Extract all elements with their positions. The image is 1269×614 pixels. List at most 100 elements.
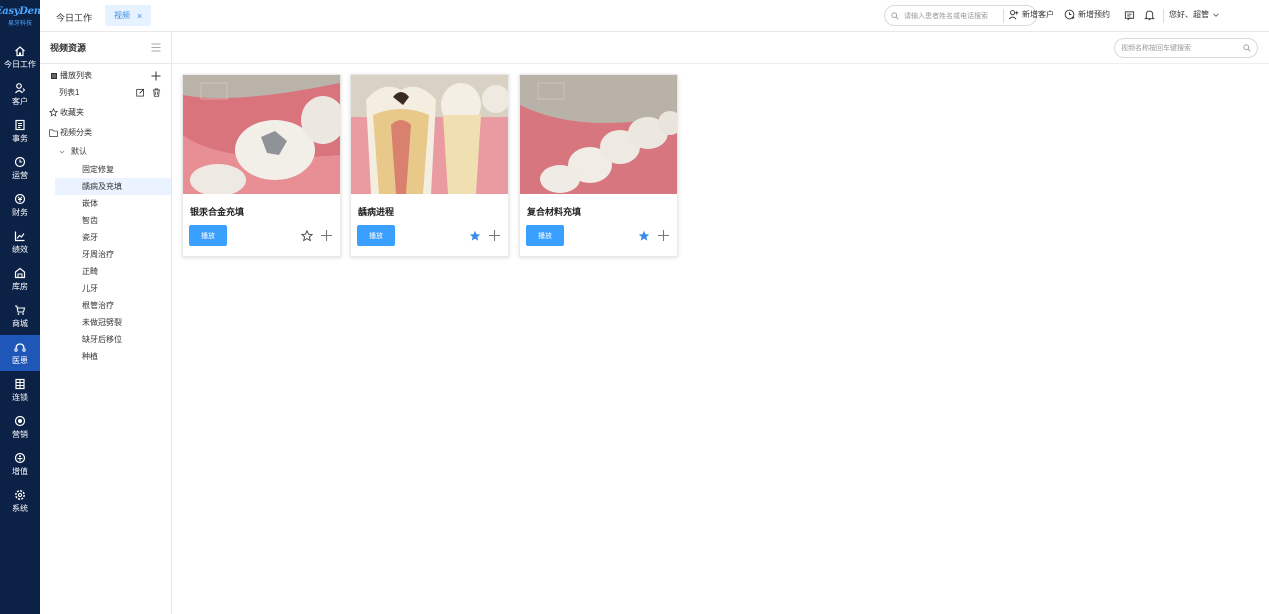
divider: [1163, 9, 1164, 23]
play-button[interactable]: 播放: [526, 225, 564, 246]
greeting-label: 您好、超管: [1169, 10, 1209, 19]
category-item[interactable]: 正畸: [40, 263, 171, 280]
play-button[interactable]: 播放: [357, 225, 395, 246]
categories-header[interactable]: 视频分类: [40, 124, 171, 141]
playlist-header-label: 播放列表: [60, 71, 92, 80]
star-outline-icon[interactable]: [301, 230, 313, 242]
video-card[interactable]: 复合材料充填 播放: [519, 74, 678, 257]
nav-item-system[interactable]: 系统: [0, 483, 40, 519]
home-icon: [15, 45, 25, 56]
nav-label: 财务: [12, 207, 28, 217]
video-search-placeholder: 视频名称按回车键搜索: [1121, 45, 1191, 52]
nav-item-chain[interactable]: 连锁: [0, 372, 40, 408]
categories-header-label: 视频分类: [60, 128, 92, 137]
category-item[interactable]: 缺牙后移位: [40, 331, 171, 348]
nav-item-affairs[interactable]: 事务: [0, 113, 40, 149]
value-added-icon: [14, 452, 26, 463]
main-navigation: EasyDent 易牙科技 今日工作 客户 事务 运营 财务 绩效 库房 商城 …: [0, 0, 45, 614]
edit-icon[interactable]: [136, 88, 145, 97]
nav-label: 医患: [12, 355, 28, 365]
content-header: 视频名称按回车键搜索: [172, 32, 1269, 64]
category-item[interactable]: 固定修复: [40, 161, 171, 178]
video-search-input[interactable]: 视频名称按回车键搜索: [1114, 38, 1258, 58]
star-filled-icon[interactable]: [638, 230, 650, 242]
finance-icon: [14, 193, 26, 204]
nav-item-value-added[interactable]: 增值: [0, 446, 40, 482]
delete-icon[interactable]: [152, 88, 161, 97]
nav-label: 绩效: [12, 244, 28, 254]
nav-item-marketing[interactable]: 营销: [0, 409, 40, 445]
play-button[interactable]: 播放: [189, 225, 227, 246]
category-item[interactable]: 种植: [40, 348, 171, 365]
nav-label: 库房: [12, 281, 28, 291]
nav-label: 营销: [12, 429, 28, 439]
favorites-item[interactable]: 收藏夹: [40, 104, 171, 121]
category-item[interactable]: 儿牙: [40, 280, 171, 297]
add-user-icon: [1008, 10, 1019, 20]
top-bar: 今日工作 视频 × 请输入患者姓名或电话搜索 新增客户 新增预约 您好、超管: [40, 0, 1269, 32]
cart-icon: [15, 304, 26, 315]
user-icon: [15, 82, 26, 93]
video-title: 复合材料充填: [527, 207, 582, 217]
message-icon[interactable]: [1124, 10, 1135, 21]
chevron-down-icon: [1213, 12, 1219, 17]
add-to-playlist-icon[interactable]: [320, 229, 333, 242]
video-card[interactable]: 龋病进程 播放: [350, 74, 509, 257]
category-item[interactable]: 智齿: [40, 212, 171, 229]
sidebar-title: 视频资源: [50, 43, 87, 53]
playlist-header[interactable]: 播放列表: [40, 67, 171, 84]
video-card[interactable]: 银汞合金充填 播放: [182, 74, 341, 257]
nav-label: 客户: [12, 96, 28, 106]
video-thumbnail-composite-filling[interactable]: [520, 75, 677, 194]
video-thumbnail-amalgam-filling[interactable]: [183, 75, 340, 194]
add-to-playlist-icon[interactable]: [657, 229, 670, 242]
brand-logo[interactable]: EasyDent 易牙科技: [0, 0, 45, 32]
video-content-area: 视频名称按回车键搜索 银汞合金充填 播放 龋病进程 播放 复合材料充填 播放: [172, 32, 1269, 614]
clock-icon: [14, 156, 26, 167]
playlist-icon: [51, 72, 57, 79]
nav-item-doctor-patient[interactable]: 医患: [0, 335, 40, 371]
tab-today-work[interactable]: 今日工作: [56, 11, 92, 24]
category-label: 龋病及充填: [82, 182, 122, 191]
nav-label: 增值: [12, 466, 28, 476]
brand-name: EasyDent: [0, 5, 46, 17]
category-group-default[interactable]: 默认: [40, 143, 171, 160]
nav-label: 系统: [12, 503, 28, 513]
new-appointment-button[interactable]: 新增预约: [1064, 9, 1110, 20]
category-item[interactable]: 嵌体: [40, 195, 171, 212]
add-appointment-icon: [1064, 9, 1075, 20]
new-customer-button[interactable]: 新增客户: [1008, 9, 1054, 20]
category-item-selected[interactable]: 龋病及充填: [55, 178, 171, 195]
category-item[interactable]: 瓷牙: [40, 229, 171, 246]
marketing-icon: [14, 415, 26, 426]
category-label: 牙周治疗: [82, 250, 114, 259]
add-playlist-icon[interactable]: [151, 71, 161, 81]
nav-item-today[interactable]: 今日工作: [0, 39, 40, 75]
add-to-playlist-icon[interactable]: [488, 229, 501, 242]
category-item[interactable]: 牙周治疗: [40, 246, 171, 263]
tab-video[interactable]: 视频 ×: [105, 5, 152, 26]
close-icon[interactable]: ×: [137, 11, 142, 21]
video-thumbnail-caries-progression[interactable]: [351, 75, 508, 194]
caret-down-icon: [59, 150, 65, 154]
nav-label: 商城: [12, 318, 28, 328]
tab-video-label: 视频: [114, 11, 130, 20]
category-label: 固定修复: [82, 165, 114, 174]
category-label: 缺牙后移位: [82, 335, 122, 344]
nav-item-performance[interactable]: 绩效: [0, 224, 40, 260]
category-label: 嵌体: [82, 199, 98, 208]
chart-icon: [14, 231, 25, 241]
nav-item-finance[interactable]: 财务: [0, 187, 40, 223]
nav-item-warehouse[interactable]: 库房: [0, 261, 40, 297]
nav-item-operation[interactable]: 运营: [0, 150, 40, 186]
playlist-item[interactable]: 列表1: [40, 84, 171, 101]
user-menu[interactable]: 您好、超管: [1169, 9, 1220, 20]
star-filled-icon[interactable]: [469, 230, 481, 242]
bell-icon[interactable]: [1144, 9, 1155, 21]
category-item[interactable]: 根管治疗: [40, 297, 171, 314]
category-item[interactable]: 未做冠劈裂: [40, 314, 171, 331]
menu-icon[interactable]: [151, 43, 161, 52]
nav-label: 今日工作: [4, 59, 36, 69]
nav-item-mall[interactable]: 商城: [0, 298, 40, 334]
nav-item-customer[interactable]: 客户: [0, 76, 40, 112]
